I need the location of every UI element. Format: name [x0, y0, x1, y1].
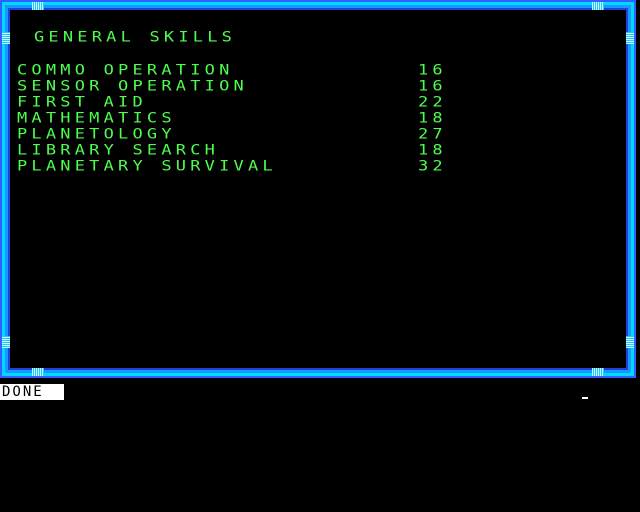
skill-name: PLANETARY SURVIVAL — [17, 158, 277, 175]
frame-ornament-right-bottom — [626, 336, 634, 348]
frame-ornament-top-left — [32, 2, 44, 10]
frame-ornament-left-bottom — [2, 336, 10, 348]
frame-ornament-right-top — [626, 32, 634, 44]
skill-value: 22 — [418, 94, 447, 111]
frame-ornament-bottom-right — [592, 368, 604, 376]
list-item: PLANETARY SURVIVAL 32 — [17, 160, 457, 176]
skill-list: COMMO OPERATION 16 SENSOR OPERATION 16 F… — [17, 64, 457, 176]
skill-name: FIRST AID — [17, 94, 147, 111]
done-button[interactable]: DONE — [0, 384, 64, 400]
skill-value: 32 — [418, 158, 447, 175]
frame-ornament-left-top — [2, 32, 10, 44]
skill-value: 16 — [418, 78, 447, 95]
frame-ornament-top-right — [592, 2, 604, 10]
skill-name: COMMO OPERATION — [17, 62, 234, 79]
skill-name: SENSOR OPERATION — [17, 78, 248, 95]
skill-value: 16 — [418, 62, 447, 79]
skill-name: LIBRARY SEARCH — [17, 142, 220, 159]
skill-value: 18 — [418, 142, 447, 159]
skill-name: PLANETOLOGY — [17, 126, 176, 143]
skill-name: MATHEMATICS — [17, 110, 176, 127]
page-title: GENERAL SKILLS — [34, 29, 237, 46]
skill-value: 18 — [418, 110, 447, 127]
frame-ornament-bottom-left — [32, 368, 44, 376]
skill-value: 27 — [418, 126, 447, 143]
text-cursor — [582, 397, 588, 399]
screen-frame — [0, 0, 636, 378]
